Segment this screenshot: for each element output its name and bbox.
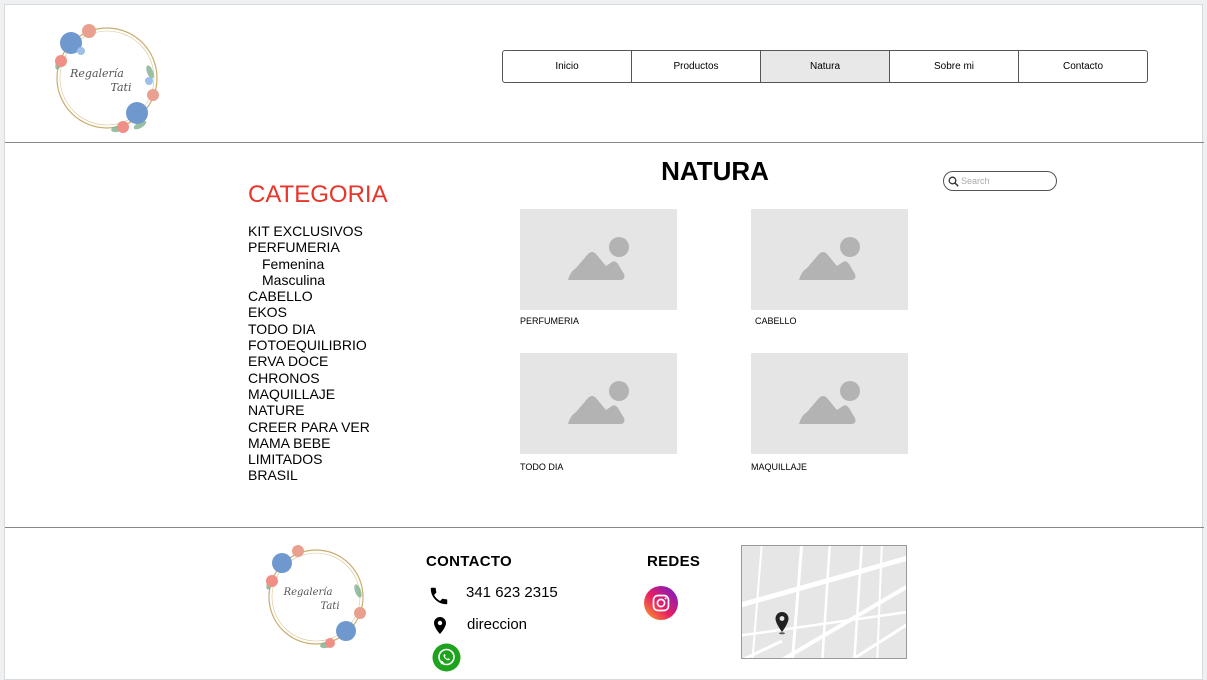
category-item-chronos[interactable]: CHRONOS xyxy=(248,370,370,386)
nav-item-contacto[interactable]: Contacto xyxy=(1019,51,1147,82)
image-placeholder-icon xyxy=(799,237,860,280)
product-card-cabello[interactable]: CABELLO xyxy=(751,209,909,326)
product-card-perfumeria[interactable]: PERFUMERIA xyxy=(520,209,678,326)
image-placeholder-icon xyxy=(799,381,860,424)
whatsapp-icon[interactable] xyxy=(432,643,461,672)
instagram-icon[interactable] xyxy=(643,585,679,621)
nav-item-productos[interactable]: Productos xyxy=(632,51,761,82)
nav-item-inicio[interactable]: Inicio xyxy=(503,51,632,82)
phone-number[interactable]: 341 623 2315 xyxy=(466,584,558,601)
page: Regalería Tati Inicio Productos Natura S… xyxy=(4,4,1204,680)
category-item-mama-bebe[interactable]: MAMA BEBE xyxy=(248,435,370,451)
svg-text:Tati: Tati xyxy=(320,601,339,612)
category-item-todo-dia[interactable]: TODO DIA xyxy=(248,321,370,337)
search-icon xyxy=(948,176,959,187)
category-item-perfumeria[interactable]: PERFUMERIA xyxy=(248,239,370,255)
image-placeholder xyxy=(520,209,677,310)
category-item-femenina[interactable]: Femenina xyxy=(248,256,370,272)
image-placeholder xyxy=(520,353,677,454)
category-item-fotoequilibrio[interactable]: FOTOEQUILIBRIO xyxy=(248,337,370,353)
category-item-cabello[interactable]: CABELLO xyxy=(248,288,370,304)
image-placeholder xyxy=(751,209,908,310)
contact-heading: CONTACTO xyxy=(426,553,513,570)
search-box[interactable] xyxy=(943,171,1057,191)
product-card-todo-dia[interactable]: TODO DIA xyxy=(520,353,678,472)
image-placeholder-icon xyxy=(568,237,629,280)
category-item-brasil[interactable]: BRASIL xyxy=(248,467,370,483)
category-item-masculina[interactable]: Masculina xyxy=(248,272,370,288)
svg-text:Tati: Tati xyxy=(111,81,132,94)
header-divider xyxy=(5,142,1204,143)
category-item-erva-doce[interactable]: ERVA DOCE xyxy=(248,353,370,369)
category-item-creer-para-ver[interactable]: CREER PARA VER xyxy=(248,419,370,435)
nav-item-natura[interactable]: Natura xyxy=(761,51,890,82)
category-item-ekos[interactable]: EKOS xyxy=(248,304,370,320)
category-item-kit-exclusivos[interactable]: KIT EXCLUSIVOS xyxy=(248,223,370,239)
card-label: TODO DIA xyxy=(520,462,564,472)
map-pin-icon xyxy=(775,612,789,635)
map-streets xyxy=(742,546,906,658)
product-card-maquillaje[interactable]: MAQUILLAJE xyxy=(751,353,909,472)
nav-item-sobre-mi[interactable]: Sobre mi xyxy=(890,51,1019,82)
search-input[interactable] xyxy=(959,176,1049,186)
footer-logo[interactable]: Regalería Tati xyxy=(258,539,374,655)
category-item-limitados[interactable]: LIMITADOS xyxy=(248,451,370,467)
image-placeholder xyxy=(751,353,908,454)
logo-text: Regalería xyxy=(69,67,124,80)
card-label: PERFUMERIA xyxy=(520,316,580,326)
footer-divider xyxy=(5,527,1204,528)
main-nav: Inicio Productos Natura Sobre mi Contact… xyxy=(502,50,1148,83)
phone-icon xyxy=(430,587,448,605)
address-text[interactable]: direccion xyxy=(467,616,527,633)
category-item-maquillaje[interactable]: MAQUILLAJE xyxy=(248,386,370,402)
image-placeholder-icon xyxy=(568,381,629,424)
social-heading: REDES xyxy=(647,553,701,570)
category-item-nature[interactable]: NATURE xyxy=(248,402,370,418)
card-label: MAQUILLAJE xyxy=(751,462,808,472)
svg-text:Regalería: Regalería xyxy=(283,587,333,598)
location-map[interactable] xyxy=(741,545,907,659)
brand-logo[interactable]: Regalería Tati xyxy=(45,17,169,139)
category-list: KIT EXCLUSIVOS PERFUMERIA Femenina Mascu… xyxy=(248,223,370,484)
card-label: CABELLO xyxy=(755,316,797,326)
location-pin-icon xyxy=(434,617,446,634)
